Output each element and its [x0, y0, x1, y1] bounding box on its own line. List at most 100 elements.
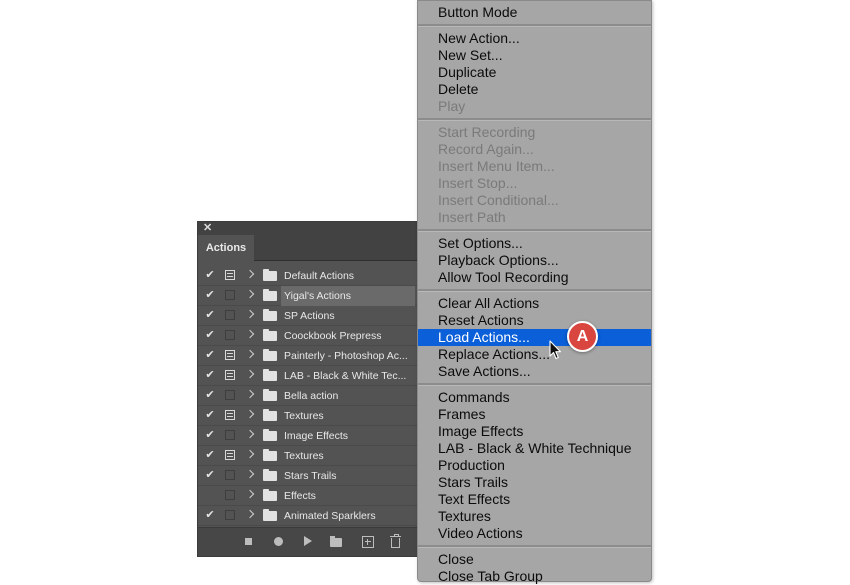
tab-actions[interactable]: Actions [198, 235, 254, 261]
dialog-toggle-icon[interactable] [225, 310, 235, 320]
action-set-row[interactable]: ✔ Stars Trails [198, 466, 418, 486]
stop-icon[interactable] [245, 538, 252, 545]
action-set-row[interactable]: ✔ Textures [198, 406, 418, 426]
dialog-toggle-icon[interactable] [225, 450, 235, 460]
action-set-name: LAB - Black & White Tec... [284, 370, 407, 382]
chevron-right-icon[interactable] [245, 389, 255, 399]
menu-separator [418, 545, 651, 548]
dialog-toggle-icon[interactable] [225, 490, 235, 500]
chevron-right-icon[interactable] [245, 429, 255, 439]
menu-item-new-set[interactable]: New Set... [418, 47, 651, 64]
action-set-row[interactable]: ✔ Animated Sparklers [198, 506, 418, 526]
action-set-row[interactable]: ✔ LAB - Black & White Tec... [198, 366, 418, 386]
folder-icon [263, 329, 277, 341]
action-set-row[interactable]: ✔ Coockbook Prepress [198, 326, 418, 346]
menu-item-play: Play [438, 98, 466, 114]
chevron-right-icon[interactable] [245, 449, 255, 459]
menu-item-frames[interactable]: Frames [418, 406, 651, 423]
checkmark-icon[interactable]: ✔ [203, 468, 217, 482]
record-icon[interactable] [274, 537, 283, 546]
action-set-name: Textures [284, 450, 324, 462]
dialog-toggle-icon[interactable] [225, 270, 235, 280]
chevron-right-icon[interactable] [245, 509, 255, 519]
dialog-toggle-icon[interactable] [225, 370, 235, 380]
checkmark-icon[interactable]: ✔ [203, 328, 217, 342]
menu-item-commands[interactable]: Commands [418, 389, 651, 406]
checkmark-icon[interactable]: ✔ [203, 448, 217, 462]
checkmark-icon[interactable]: ✔ [203, 268, 217, 282]
action-set-name: Textures [284, 410, 324, 422]
chevron-right-icon[interactable] [245, 349, 255, 359]
menu-item-textures[interactable]: Textures [418, 508, 651, 525]
checkmark-icon[interactable]: ✔ [203, 348, 217, 362]
folder-icon [263, 389, 277, 401]
dialog-toggle-icon[interactable] [225, 390, 235, 400]
dialog-toggle-icon[interactable] [225, 350, 235, 360]
menu-item-image-effects[interactable]: Image Effects [418, 423, 651, 440]
menu-item-text-effects[interactable]: Text Effects [418, 491, 651, 508]
chevron-right-icon[interactable] [245, 289, 255, 299]
chevron-right-icon[interactable] [245, 309, 255, 319]
menu-item-clear-all-actions[interactable]: Clear All Actions [418, 295, 651, 312]
action-set-name: Stars Trails [284, 470, 337, 482]
action-set-row[interactable]: Effects [198, 486, 418, 506]
menu-item-stars-trails[interactable]: Stars Trails [418, 474, 651, 491]
menu-item-load-actions[interactable]: Load Actions... [418, 329, 651, 346]
checkmark-icon[interactable]: ✔ [203, 508, 217, 522]
menu-item-playback-options[interactable]: Playback Options... [418, 252, 651, 269]
menu-item-close[interactable]: Close [418, 551, 651, 568]
checkmark-icon[interactable]: ✔ [203, 288, 217, 302]
menu-item-set-options[interactable]: Set Options... [418, 235, 651, 252]
menu-item-delete[interactable]: Delete [418, 81, 651, 98]
action-set-row[interactable]: ✔ Image Effects [198, 426, 418, 446]
new-set-icon[interactable] [330, 536, 342, 547]
checkmark-icon[interactable]: ✔ [203, 368, 217, 382]
action-set-row[interactable]: ✔ Yigal's Actions [198, 286, 418, 306]
actions-panel: ✕ Actions ✔ Default Actions ✔ Yigal's Actio… [197, 221, 419, 557]
checkmark-icon[interactable]: ✔ [203, 408, 217, 422]
menu-item-button-mode[interactable]: Button Mode [418, 4, 651, 21]
chevron-right-icon[interactable] [245, 369, 255, 379]
checkmark-icon[interactable]: ✔ [203, 308, 217, 322]
folder-icon [263, 409, 277, 421]
dialog-toggle-icon[interactable] [225, 330, 235, 340]
close-icon[interactable]: ✕ [203, 222, 212, 235]
new-action-icon[interactable] [362, 536, 374, 548]
chevron-right-icon[interactable] [245, 329, 255, 339]
menu-item-video-actions[interactable]: Video Actions [418, 525, 651, 542]
menu-item-new-action[interactable]: New Action... [418, 30, 651, 47]
action-set-row[interactable]: ✔ Bella action [198, 386, 418, 406]
menu-item-reset-actions[interactable]: Reset Actions [418, 312, 651, 329]
action-set-row[interactable]: ✔ Painterly - Photoshop Ac... [198, 346, 418, 366]
action-set-name: Coockbook Prepress [284, 330, 382, 342]
dialog-toggle-icon[interactable] [225, 470, 235, 480]
dialog-toggle-icon[interactable] [225, 510, 235, 520]
menu-item-replace-actions[interactable]: Replace Actions... [418, 346, 651, 363]
action-set-row[interactable]: ✔ Textures [198, 446, 418, 466]
menu-item-production[interactable]: Production [418, 457, 651, 474]
dialog-toggle-icon[interactable] [225, 410, 235, 420]
trash-icon[interactable] [390, 534, 401, 548]
action-set-row[interactable]: ✔ SP Actions [198, 306, 418, 326]
action-set-name: SP Actions [284, 310, 335, 322]
menu-item-close-tab-group[interactable]: Close Tab Group [418, 568, 651, 585]
chevron-right-icon[interactable] [245, 409, 255, 419]
checkmark-empty-icon[interactable] [203, 488, 217, 502]
chevron-right-icon[interactable] [245, 489, 255, 499]
play-icon[interactable] [304, 536, 312, 546]
menu-separator [418, 289, 651, 292]
checkmark-icon[interactable]: ✔ [203, 388, 217, 402]
menu-item-duplicate[interactable]: Duplicate [418, 64, 651, 81]
menu-item-lab-black-white-technique[interactable]: LAB - Black & White Technique [418, 440, 651, 457]
dialog-toggle-icon[interactable] [225, 290, 235, 300]
chevron-right-icon[interactable] [245, 469, 255, 479]
chevron-right-icon[interactable] [245, 269, 255, 279]
dialog-toggle-icon[interactable] [225, 430, 235, 440]
menu-item-save-actions[interactable]: Save Actions... [418, 363, 651, 380]
action-set-row[interactable]: ✔ Default Actions [198, 266, 418, 286]
menu-item-allow-tool-recording[interactable]: Allow Tool Recording [418, 269, 651, 286]
checkmark-icon[interactable]: ✔ [203, 428, 217, 442]
action-set-name: Painterly - Photoshop Ac... [284, 350, 408, 362]
folder-icon [263, 349, 277, 361]
action-set-name: Default Actions [284, 270, 355, 282]
